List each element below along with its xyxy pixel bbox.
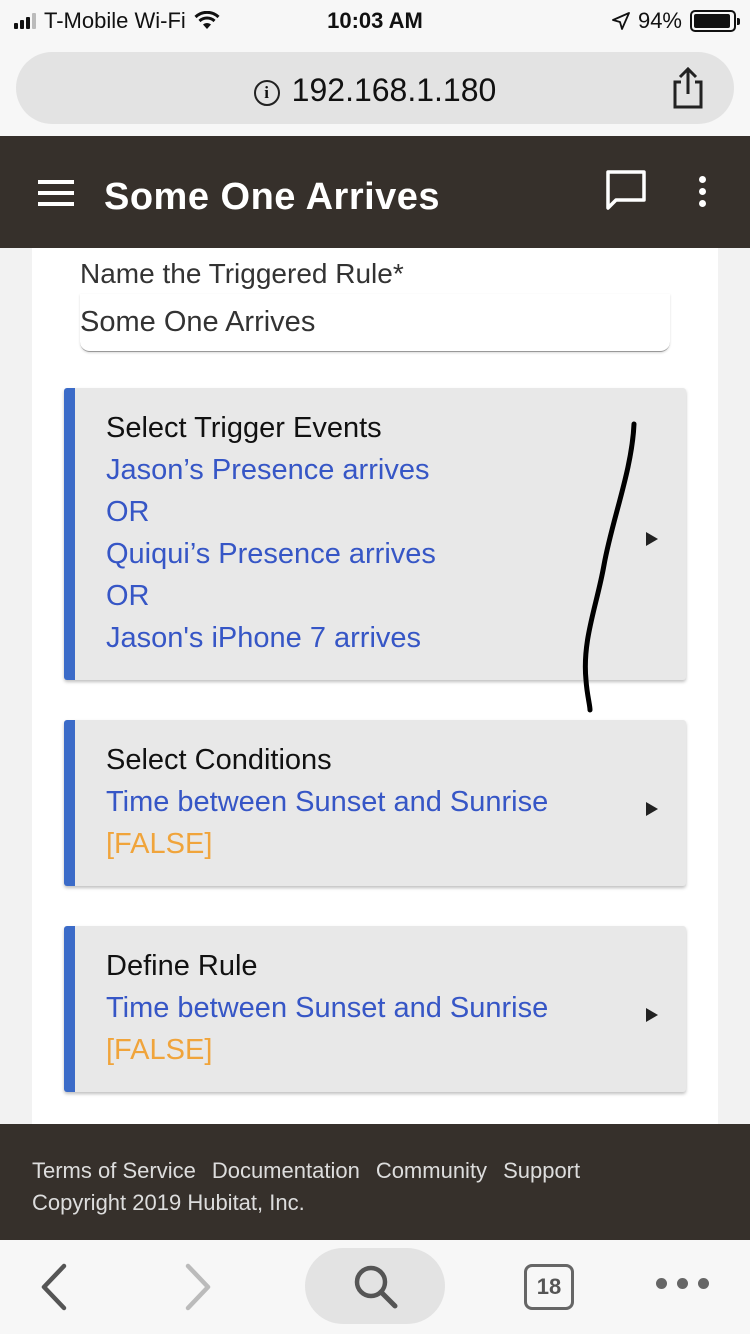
conditions-state: [FALSE] [106,828,213,860]
expand-arrow-icon [646,532,658,546]
back-icon[interactable] [36,1262,72,1312]
browser-toolbar: 18 [0,1240,750,1334]
expand-arrow-icon [646,802,658,816]
battery-percent: 94% [637,8,682,33]
documentation-link[interactable]: Documentation [212,1158,360,1184]
share-icon[interactable] [668,66,708,110]
conditions-section[interactable]: Select Conditions Time between Sunset an… [64,720,686,886]
footer: Terms of Service Documentation Community… [0,1124,750,1240]
trigger-line: Quiqui’s Presence arrives [106,538,436,570]
info-icon[interactable]: i [253,80,280,106]
chat-icon[interactable] [604,168,648,212]
footer-links: Terms of Service Documentation Community… [32,1158,580,1184]
url-display[interactable]: i 192.168.1.180 [16,72,734,109]
define-rule-section[interactable]: Define Rule Time between Sunset and Sunr… [64,926,686,1092]
trigger-line: Jason's iPhone 7 arrives [106,622,422,654]
url-text: 192.168.1.180 [291,72,497,108]
support-link[interactable]: Support [503,1158,580,1184]
forward-icon[interactable] [180,1262,216,1312]
location-arrow-icon [612,12,630,30]
more-vert-icon[interactable] [694,176,710,212]
rule-name-input[interactable]: Some One Arrives [80,294,670,352]
trigger-line: Jason’s Presence arrives [106,454,430,486]
trigger-events-title: Select Trigger Events [106,412,382,444]
status-bar: T-Mobile Wi-Fi 10:03 AM 94% [0,0,750,40]
page-title: Some One Arrives [104,176,441,218]
battery-icon [690,10,740,32]
conditions-title: Select Conditions [106,744,332,776]
terms-link[interactable]: Terms of Service [32,1158,196,1184]
address-bar-row: i 192.168.1.180 [0,40,750,136]
copyright-text: Copyright 2019 Hubitat, Inc. [32,1190,305,1215]
define-rule-state: [FALSE] [106,1034,213,1066]
rule-name-label: Name the Triggered Rule* [80,258,404,289]
trigger-events-section[interactable]: Select Trigger Events Jason’s Presence a… [64,388,686,680]
app-bar: Some One Arrives [0,136,750,248]
status-right: 94% [612,8,740,34]
menu-icon[interactable] [38,180,74,206]
trigger-line: OR [106,580,150,612]
expand-arrow-icon [646,1008,658,1022]
tabs-button[interactable]: 18 [524,1264,574,1310]
trigger-line: OR [106,496,150,528]
search-icon [354,1265,398,1309]
define-rule-detail: Time between Sunset and Sunrise [106,992,549,1024]
main-content: Name the Triggered Rule* Some One Arrive… [0,248,750,1124]
search-button[interactable] [305,1248,445,1324]
conditions-detail: Time between Sunset and Sunrise [106,786,549,818]
address-bar[interactable]: i 192.168.1.180 [16,52,734,124]
define-rule-title: Define Rule [106,950,258,982]
community-link[interactable]: Community [376,1158,487,1184]
more-horiz-icon[interactable] [656,1278,709,1289]
battery-fill [694,14,730,28]
rule-card: Name the Triggered Rule* Some One Arrive… [32,248,718,1124]
